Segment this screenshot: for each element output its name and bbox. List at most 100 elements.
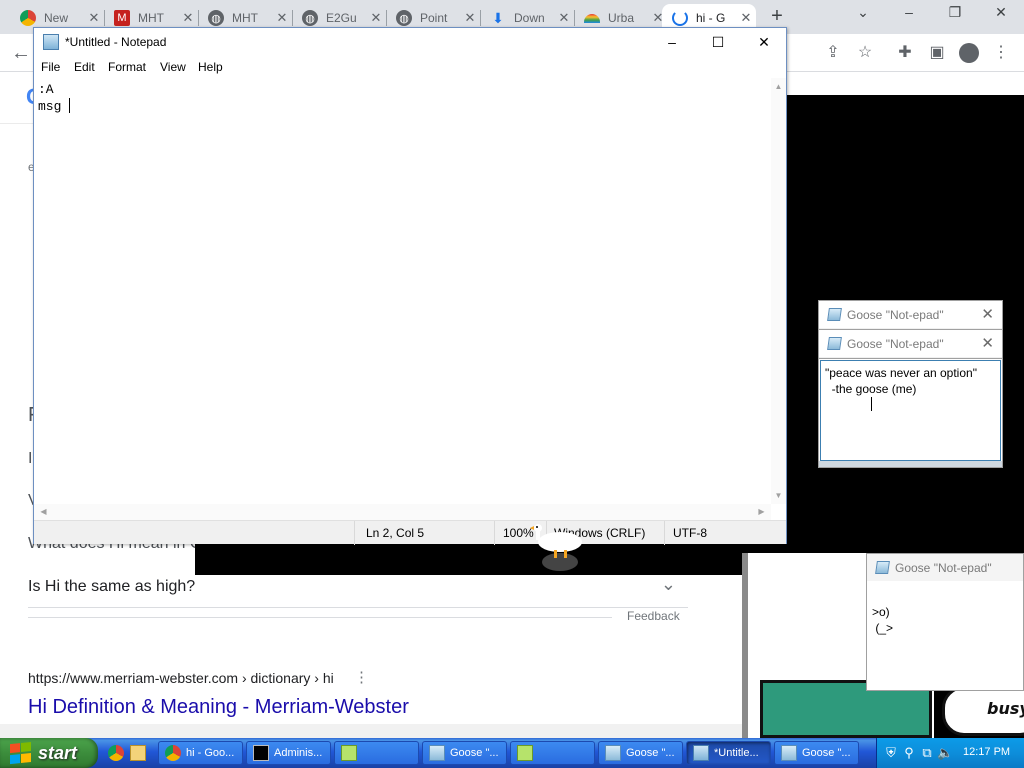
notepad-icon	[693, 745, 709, 761]
menu-help[interactable]: Help	[198, 60, 223, 74]
menu-edit[interactable]: Edit	[74, 60, 95, 74]
chrome-quicklaunch-icon[interactable]	[108, 745, 124, 761]
text-caret	[69, 98, 71, 113]
close-icon[interactable]: ✕	[272, 10, 292, 26]
scroll-right-icon[interactable]: ▶	[754, 507, 769, 516]
maximize-button[interactable]: ☐	[695, 28, 741, 56]
goose-notepad-icon	[875, 561, 890, 574]
security-shield-icon[interactable]: ⛨	[883, 745, 899, 761]
share-icon[interactable]: ⇪	[822, 42, 844, 64]
new-tab-button[interactable]: +	[766, 6, 788, 28]
scroll-left-icon[interactable]: ◀	[36, 507, 51, 516]
goose-notepad-window: Goose "Not-epad" >o) (_>	[866, 553, 1024, 691]
clock[interactable]: 12:17 PM	[963, 746, 1010, 758]
tab-label: MHT	[138, 11, 164, 25]
more-options-icon[interactable]: ⋮	[354, 668, 369, 686]
volume-icon[interactable]: 🔈	[937, 745, 953, 761]
taskbar-button[interactable]: Goose "...	[422, 741, 507, 765]
goose-sprite[interactable]	[530, 520, 590, 572]
notepad-titlebar[interactable]: *Untitled - Notepad – ☐ ✕	[34, 28, 786, 56]
menu-icon[interactable]: ⋮	[990, 42, 1012, 64]
goose-art-textarea[interactable]: >o) (_>	[868, 600, 1022, 688]
goose-window-titlebar[interactable]: Goose "Not-epad" ✕	[819, 301, 1002, 328]
notepad-window: *Untitled - Notepad – ☐ ✕ File Edit Form…	[33, 27, 787, 545]
goose-notepad-window: Goose "Not-epad" ✕	[818, 300, 1003, 330]
globe-icon: ◍	[396, 10, 412, 26]
taskbar-button-active[interactable]: *Untitle...	[686, 741, 771, 765]
window-title: *Untitled - Notepad	[65, 35, 167, 49]
goose-window-titlebar[interactable]: Goose "Not-epad"	[867, 554, 1023, 581]
editor-line-current: msg	[38, 98, 765, 115]
taskbar-button[interactable]: Goose "...	[774, 741, 859, 765]
faq-question: Is Hi the same as high?	[28, 578, 196, 595]
close-icon[interactable]: ✕	[981, 305, 994, 323]
goose-window-titlebar[interactable]: Goose "Not-epad" ✕	[819, 330, 1002, 357]
close-icon[interactable]: ✕	[981, 334, 994, 352]
result-title-part: Hi Definition & Meaning	[28, 696, 237, 718]
taskbar-button-label: Goose "...	[802, 747, 851, 759]
close-icon[interactable]: ✕	[736, 10, 756, 26]
taskbar-button[interactable]: Goose "...	[598, 741, 683, 765]
globe-icon: ◍	[302, 10, 318, 26]
sidepanel-icon[interactable]: ▣	[926, 42, 948, 64]
taskbar-button[interactable]: hi - Goo...	[158, 741, 243, 765]
start-button[interactable]: start	[0, 738, 98, 768]
quote-line: "peace was never an option"	[825, 366, 977, 380]
menu-view[interactable]: View	[160, 60, 186, 74]
dark-overlay-strip	[195, 543, 787, 575]
taskbar: start hi - Goo... Adminis... Goose "... …	[0, 738, 1024, 768]
text-editor[interactable]: :A msg	[34, 78, 769, 504]
minimize-button[interactable]: –	[649, 28, 695, 56]
close-icon[interactable]: ✕	[84, 10, 104, 26]
scroll-down-icon[interactable]: ▼	[771, 491, 786, 500]
taskbar-button-label: Adminis...	[274, 747, 323, 759]
download-icon: ⬇	[492, 9, 504, 26]
chevron-down-icon[interactable]: ⌄	[661, 574, 676, 595]
taskbar-button-label: Goose "...	[626, 747, 675, 759]
editor-line-text: msg	[38, 99, 70, 114]
menu-file[interactable]: File	[41, 60, 60, 74]
taskbar-button[interactable]	[334, 741, 419, 765]
result-title-link[interactable]: Hi Definition & Meaning - Merriam-Webste…	[28, 696, 409, 719]
close-icon[interactable]: ✕	[366, 10, 386, 26]
extensions-icon[interactable]: ✚	[894, 42, 916, 64]
status-bar: Ln 2, Col 5 100% Windows (CRLF) UTF-8	[34, 520, 786, 545]
network-icon[interactable]: ⧉	[919, 745, 935, 761]
folder-quicklaunch-icon[interactable]	[130, 745, 146, 761]
cmd-icon	[253, 745, 269, 761]
goose-quote-textarea[interactable]: "peace was never an option" -the goose (…	[820, 360, 1001, 461]
tab-label: MHT	[232, 11, 258, 25]
restore-icon[interactable]: ❐	[940, 4, 970, 26]
rainbow-icon	[584, 13, 600, 23]
close-window-icon[interactable]: ✕	[986, 4, 1016, 26]
goose-notepad-icon	[781, 745, 797, 761]
result-title-separator: -	[237, 696, 255, 718]
close-icon[interactable]: ✕	[554, 10, 574, 26]
menu-bar: File Edit Format View Help	[34, 56, 786, 78]
taskbar-button[interactable]	[510, 741, 595, 765]
taskbar-button-label: Goose "...	[450, 747, 499, 759]
close-icon[interactable]: ✕	[460, 10, 480, 26]
windows-logo-icon	[10, 741, 32, 764]
scroll-up-icon[interactable]: ▲	[771, 82, 786, 91]
minimize-icon[interactable]: –	[894, 4, 924, 26]
menu-format[interactable]: Format	[108, 60, 146, 74]
safely-remove-icon[interactable]: ⚲	[901, 745, 917, 761]
close-icon[interactable]: ✕	[178, 10, 198, 26]
globe-icon: ◍	[208, 10, 224, 26]
goose-window-title: Goose "Not-epad"	[847, 308, 944, 322]
feedback-link[interactable]: Feedback	[627, 609, 680, 623]
tab-label: Urba	[608, 11, 635, 25]
close-button[interactable]: ✕	[741, 28, 787, 56]
page-horizontal-scrollbar[interactable]	[0, 724, 744, 738]
back-icon[interactable]: ←	[10, 42, 32, 64]
vertical-scrollbar[interactable]: ▲ ▼	[771, 78, 786, 504]
notepad-icon	[43, 34, 59, 50]
star-icon[interactable]: ☆	[854, 42, 876, 64]
taskbar-button[interactable]: Adminis...	[246, 741, 331, 765]
profile-icon[interactable]	[958, 42, 980, 64]
goose-window-title: Goose "Not-epad"	[847, 337, 944, 351]
horizontal-scrollbar[interactable]: ◀ ▶	[34, 504, 771, 520]
result-breadcrumb[interactable]: https://www.merriam-webster.com › dictio…	[28, 670, 334, 686]
tab-search-icon[interactable]: ⌄	[848, 4, 878, 26]
